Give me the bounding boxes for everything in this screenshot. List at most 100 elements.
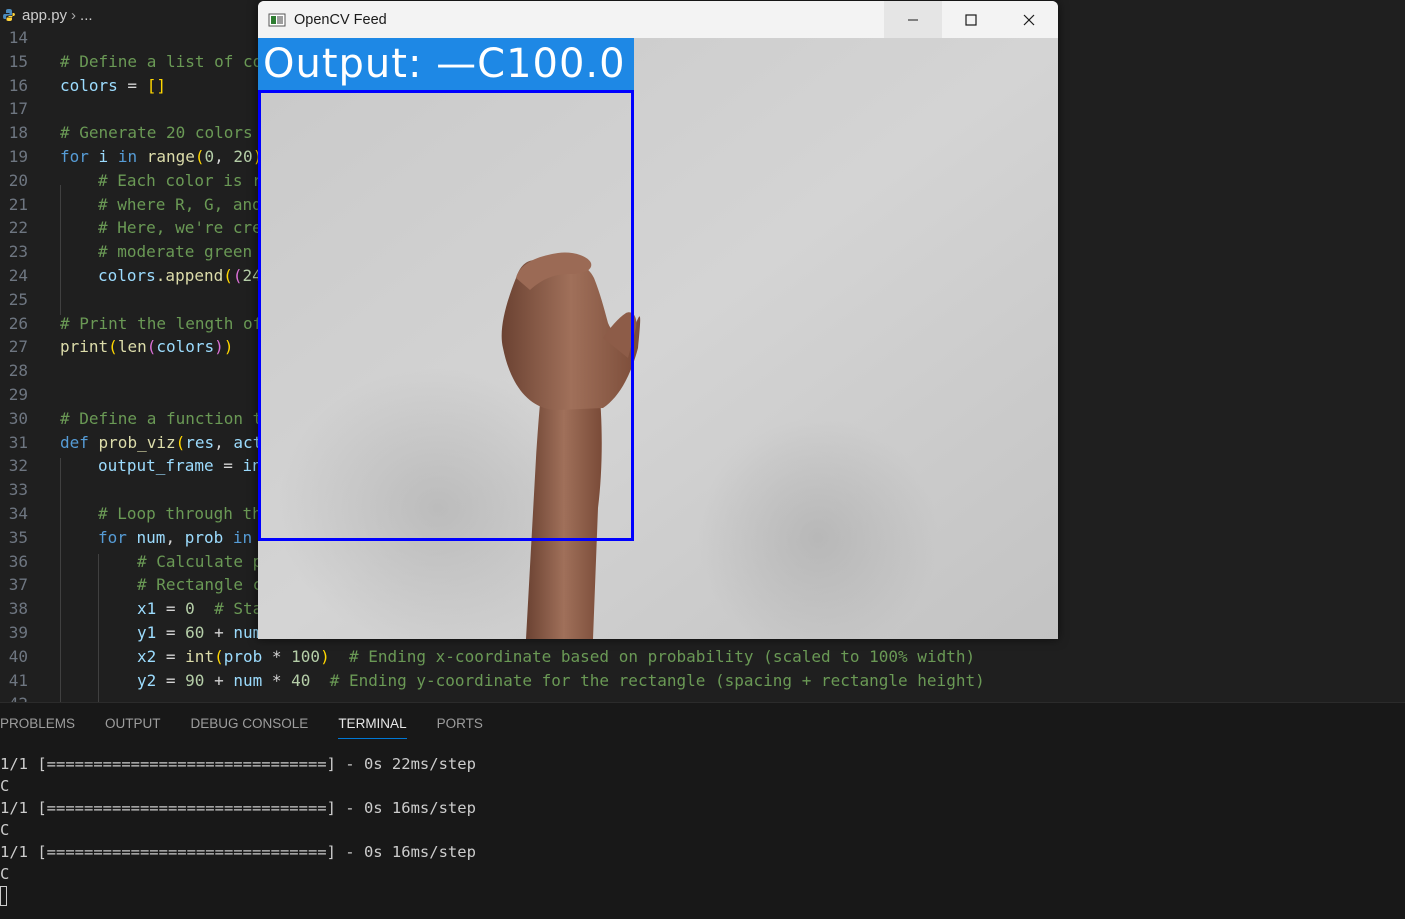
code-token: (: [232, 266, 243, 285]
code-token: num: [126, 527, 166, 547]
code-line: 41 y2 = 90 + num * 40 # Ending y-coordina…: [0, 669, 1405, 693]
code-token: in: [223, 527, 253, 547]
code-comment: # Generate 20 colors: [60, 123, 253, 143]
code-token: (: [146, 337, 157, 357]
code-token: colors: [156, 337, 215, 357]
code-token: res: [185, 432, 215, 452]
opencv-window[interactable]: OpenCV Feed Output: —C100.0: [258, 1, 1058, 639]
code-token: =: [117, 75, 147, 95]
line-number: 32: [8, 456, 28, 476]
terminal-line: 1/1 [==============================] - 0…: [0, 799, 476, 817]
line-number: 33: [8, 480, 28, 500]
minimize-icon: [908, 19, 918, 20]
line-number: 37: [8, 575, 28, 595]
code-token: i: [88, 147, 118, 166]
code-token: colors: [60, 75, 118, 95]
line-number: 34: [8, 504, 28, 523]
line-number: 36: [8, 551, 28, 571]
maximize-icon: [965, 13, 977, 26]
tab-problems[interactable]: PROBLEMS: [0, 703, 90, 745]
code-comment: # Print the length of: [60, 313, 263, 333]
detection-bounding-box: [258, 90, 634, 541]
line-number: 22: [8, 218, 28, 238]
line-number: 24: [8, 266, 28, 285]
line-number: 28: [8, 361, 28, 381]
code-token: (: [175, 432, 186, 452]
chevron-right-icon: ›: [71, 6, 77, 24]
line-number: 25: [8, 289, 28, 309]
code-token: # Ending x-coordinate based on probabili…: [329, 646, 976, 666]
breadcrumb-file[interactable]: app.py: [22, 7, 67, 24]
code-token: # Sta: [194, 599, 263, 619]
line-number: 14: [8, 30, 28, 47]
terminal-cursor: [0, 886, 7, 906]
line-number: 27: [8, 337, 28, 357]
breadcrumb-more[interactable]: ...: [80, 7, 93, 24]
code-token: 90: [185, 670, 205, 690]
line-number: 20: [8, 170, 28, 190]
python-file-icon: [3, 9, 15, 21]
minimize-button[interactable]: [884, 1, 942, 38]
terminal-line: C: [0, 821, 10, 839]
code-token: x1: [137, 599, 157, 619]
code-token: colors: [98, 266, 156, 285]
code-token: prob: [184, 527, 224, 547]
close-button[interactable]: [1000, 1, 1058, 38]
code-token: prob_viz: [88, 432, 176, 452]
code-token: print: [60, 337, 109, 357]
code-comment: # Loop through th: [98, 504, 262, 523]
code-token: 0: [204, 147, 215, 166]
code-token: =: [213, 456, 243, 476]
code-token: 40: [291, 670, 311, 690]
code-token: (: [223, 266, 233, 285]
code-token: y1: [137, 623, 157, 642]
opencv-window-icon: [268, 13, 286, 26]
code-token: =: [156, 599, 186, 619]
tab-debug-console[interactable]: DEBUG CONSOLE: [176, 703, 324, 745]
code-line: 42: [0, 692, 1405, 702]
line-number: 16: [8, 75, 28, 95]
code-token: for: [98, 527, 127, 547]
code-comment: # Define a list of co: [60, 51, 263, 71]
terminal-output[interactable]: 1/1 [==============================] - 0…: [0, 753, 1405, 906]
code-token: int: [185, 646, 215, 666]
code-token: range: [137, 147, 195, 166]
code-token: ): [214, 337, 224, 357]
code-token: 0: [185, 599, 195, 619]
code-token: 20: [233, 147, 253, 166]
code-comment: # where R, G, and: [98, 194, 262, 214]
code-comment: # Rectangle c: [137, 575, 263, 595]
code-token: for: [60, 147, 89, 166]
line-number: 23: [8, 242, 28, 262]
terminal-line: C: [0, 865, 10, 883]
tab-terminal[interactable]: TERMINAL: [323, 703, 421, 745]
line-number: 42: [0, 692, 28, 702]
tab-ports[interactable]: PORTS: [422, 703, 498, 745]
code-comment: # Define a function t: [60, 408, 263, 428]
tab-output[interactable]: OUTPUT: [90, 703, 176, 745]
code-token: 100: [291, 646, 321, 666]
line-number: 31: [8, 432, 28, 452]
line-number: 41: [8, 670, 28, 690]
window-titlebar[interactable]: OpenCV Feed: [258, 1, 1058, 38]
line-number: 18: [8, 123, 28, 143]
code-token: (: [214, 646, 224, 666]
line-number: 15: [8, 51, 28, 71]
code-token: len: [117, 337, 147, 357]
code-comment: # moderate green: [98, 242, 253, 262]
camera-feed: Output: —C100.0: [258, 38, 1058, 639]
code-token: # Ending y-coordinate for the rectangle …: [310, 670, 985, 690]
line-number: 17: [8, 99, 28, 119]
maximize-button[interactable]: [942, 1, 1000, 38]
code-token: 60: [185, 623, 205, 642]
panel-tabs: PROBLEMS OUTPUT DEBUG CONSOLE TERMINAL P…: [0, 703, 498, 745]
status-bar: [0, 912, 1405, 918]
code-token: ,: [214, 147, 234, 166]
code-token: []: [146, 75, 166, 95]
line-number: 35: [8, 527, 28, 547]
code-token: +: [204, 623, 234, 642]
line-number: 26: [8, 313, 28, 333]
bottom-panel: PROBLEMS OUTPUT DEBUG CONSOLE TERMINAL P…: [0, 702, 1405, 919]
code-token: prob: [223, 646, 263, 666]
code-token: (: [194, 147, 205, 166]
